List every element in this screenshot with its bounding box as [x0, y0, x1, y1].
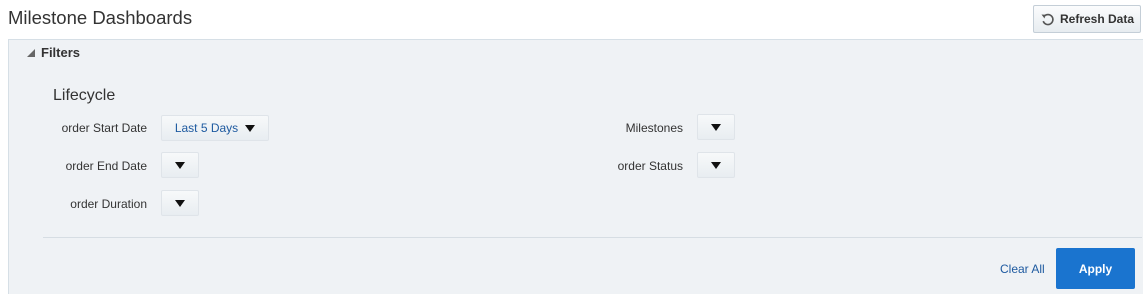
filters-toggle[interactable]: Filters [27, 45, 80, 60]
order-duration-dropdown[interactable] [161, 190, 199, 216]
order-end-date-dropdown[interactable] [161, 152, 199, 178]
refresh-icon [1040, 12, 1056, 26]
filters-panel: Filters Lifecycle order Start Date Last … [8, 39, 1143, 294]
order-duration-label: order Duration [70, 197, 147, 211]
order-end-date-label: order End Date [65, 159, 147, 173]
caret-down-icon [175, 161, 185, 169]
milestones-dropdown[interactable] [697, 114, 735, 140]
milestones-label: Milestones [625, 121, 683, 135]
caret-down-icon [711, 161, 721, 169]
apply-button[interactable]: Apply [1056, 248, 1135, 289]
divider [43, 237, 1142, 238]
order-start-date-label: order Start Date [61, 121, 147, 135]
lifecycle-section-title: Lifecycle [53, 87, 116, 104]
order-status-dropdown[interactable] [697, 152, 735, 178]
order-status-label: order Status [617, 159, 683, 173]
collapse-triangle-icon [27, 48, 35, 57]
filters-header-label: Filters [41, 45, 81, 60]
page-title: Milestone Dashboards [8, 7, 193, 28]
clear-all-link[interactable]: Clear All [1000, 262, 1045, 276]
order-start-date-dropdown[interactable]: Last 5 Days [161, 115, 269, 141]
caret-down-icon [245, 124, 256, 132]
refresh-data-button[interactable]: Refresh Data [1033, 5, 1141, 33]
caret-down-icon [711, 123, 721, 131]
refresh-data-label: Refresh Data [1059, 12, 1135, 26]
caret-down-icon [175, 199, 185, 207]
order-start-date-value: Last 5 Days [174, 121, 239, 135]
